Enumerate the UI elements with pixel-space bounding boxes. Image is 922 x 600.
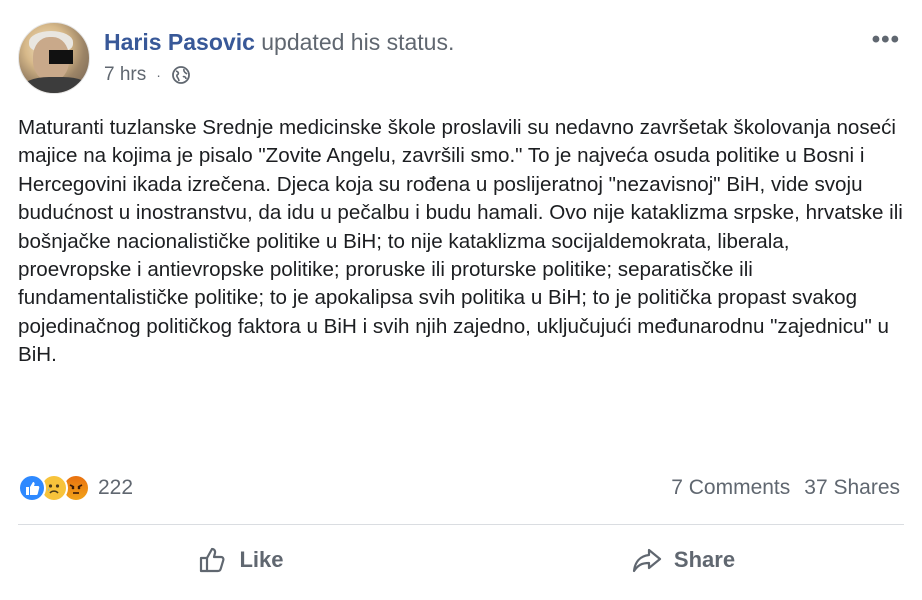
post-text: Maturanti tuzlanske Srednje medicinske š… [18,116,903,367]
post-stats: 222 7 Comments 37 Shares [18,472,904,506]
facebook-post: Haris Pasovic updated his status. 7 hrs … [0,0,922,600]
post-timestamp[interactable]: 7 hrs [104,64,146,86]
like-button-label: Like [239,547,284,572]
share-button[interactable]: Share [461,532,904,588]
globe-icon[interactable] [171,65,191,85]
actions-divider [18,524,904,525]
meta-separator: · [156,67,161,83]
shares-count[interactable]: 37 Shares [804,476,900,500]
like-reaction-icon [18,474,46,502]
share-button-label: Share [673,547,736,572]
reaction-count[interactable]: 222 [98,476,133,500]
reactions-summary[interactable]: 222 [18,474,133,502]
thumbs-up-icon [200,547,226,573]
comments-count[interactable]: 7 Comments [671,476,790,500]
like-button[interactable]: Like [18,532,461,588]
post-action-text: updated his status. [261,29,455,55]
post-meta: 7 hrs · [104,64,191,86]
avatar-censor-bar [49,50,73,64]
author-avatar[interactable] [18,22,90,94]
engagement-counts: 7 Comments 37 Shares [671,476,900,500]
post-header: Haris Pasovic updated his status. 7 hrs … [18,22,904,94]
avatar-shirt [21,77,89,93]
share-arrow-icon [632,548,662,573]
more-options-icon[interactable]: ••• [872,28,900,52]
author-name[interactable]: Haris Pasovic [104,29,255,55]
post-title-line: Haris Pasovic updated his status. [104,29,454,56]
post-actions: Like Share [18,532,904,588]
